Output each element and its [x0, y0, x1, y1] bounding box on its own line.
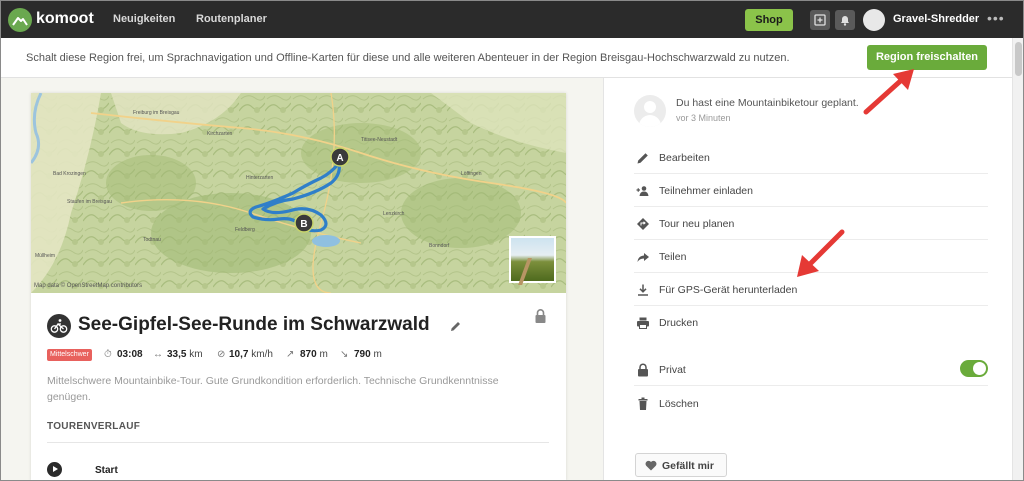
route-end-marker-label: B — [300, 219, 307, 230]
more-options-icon[interactable]: ••• — [987, 10, 1005, 26]
printer-icon — [637, 317, 649, 329]
speed-stat: 10,7 km/h — [229, 349, 273, 360]
heart-icon — [645, 460, 657, 471]
user-avatar[interactable] — [863, 9, 885, 31]
private-toggle[interactable] — [960, 360, 988, 377]
share-arrow-icon — [637, 253, 649, 262]
map-city-label: Todtnau — [143, 237, 161, 243]
private-label: Privat — [659, 364, 686, 376]
komoot-logo-icon[interactable] — [8, 8, 32, 32]
map-city-label: Bad Krozingen — [53, 171, 86, 177]
tour-course-heading: TOURENVERLAUF — [47, 421, 141, 432]
scrollbar-thumb[interactable] — [1015, 42, 1022, 76]
activity-notice-time: vor 3 Minuten — [676, 113, 731, 123]
action-share-label: Teilen — [659, 251, 687, 263]
mountainbike-icon — [47, 314, 71, 338]
duration-value: 03:08 — [117, 349, 143, 360]
action-delete-label: Löschen — [659, 398, 699, 410]
annotation-arrow-icon — [863, 69, 914, 115]
region-unlock-banner: Schalt diese Region frei, um Sprachnavig… — [0, 38, 1012, 78]
username-label[interactable]: Gravel-Shredder — [893, 13, 979, 25]
page-scrollbar[interactable] — [1012, 38, 1024, 481]
trash-icon — [638, 397, 648, 410]
user-avatar-placeholder — [634, 95, 666, 127]
difficulty-badge: Mittelschwer — [47, 349, 92, 361]
map-city-label: Freiburg im Breisgau — [133, 110, 180, 116]
shop-button[interactable]: Shop — [745, 9, 793, 31]
descent-icon: ↘ — [340, 349, 349, 360]
like-button-label: Gefällt mir — [662, 460, 714, 472]
nav-link-routenplaner[interactable]: Routenplaner — [196, 13, 267, 25]
distance-stat: 33,5 km — [167, 349, 203, 360]
brand-name[interactable]: komoot — [36, 10, 94, 28]
distance-icon: ↔ — [153, 349, 163, 360]
nav-link-neuigkeiten[interactable]: Neuigkeiten — [113, 13, 175, 25]
action-gps-download-label: Für GPS-Gerät herunterladen — [659, 284, 798, 296]
descent-value: 790 — [354, 349, 371, 360]
speed-value: 10,7 — [229, 349, 249, 360]
tour-photo-thumbnail[interactable] — [509, 236, 556, 283]
like-button[interactable]: Gefällt mir — [635, 453, 727, 477]
ascent-stat: 870 m — [300, 349, 328, 360]
action-replan-label: Tour neu planen — [659, 218, 735, 230]
tour-title: See-Gipfel-See-Runde im Schwarzwald — [78, 314, 430, 335]
edit-title-pencil-icon[interactable] — [449, 320, 462, 338]
tour-description: Mittelschwere Mountainbike-Tour. Gute Gr… — [47, 375, 499, 403]
route-diamond-icon — [637, 218, 649, 230]
create-tour-icon[interactable] — [810, 10, 830, 30]
action-invite[interactable]: Teilnehmer einladen — [634, 174, 988, 207]
map-city-label: Löffingen — [461, 171, 482, 177]
banner-text: Schalt diese Region frei, um Sprachnavig… — [26, 52, 790, 64]
map-city-label: Staufen im Breisgau — [67, 199, 113, 205]
start-play-icon[interactable] — [47, 462, 62, 477]
distance-unit: km — [189, 349, 203, 360]
map-city-label: Kirchzarten — [207, 131, 233, 137]
private-lock-icon — [534, 308, 547, 329]
tour-card: A B Freiburg im Breisgau Kirchzarten Bad… — [31, 93, 566, 481]
map-city-label: Lenzkirch — [383, 211, 405, 217]
map-city-label: Titisee-Neustadt — [361, 137, 398, 143]
notification-bell-icon[interactable] — [835, 10, 855, 30]
ascent-icon: ↗ — [286, 349, 295, 360]
route-start-marker-label: A — [336, 153, 343, 164]
descent-stat: 790 m — [354, 349, 382, 360]
map-credit: Map data © OpenStreetMap contributors — [34, 283, 143, 289]
distance-value: 33,5 — [167, 349, 187, 360]
section-divider — [47, 442, 549, 443]
action-delete[interactable]: Löschen — [634, 387, 988, 420]
download-icon — [638, 284, 648, 296]
action-print[interactable]: Drucken — [634, 306, 988, 339]
waypoint-start-label: Start — [95, 465, 118, 476]
top-navbar: komoot Neuigkeiten Routenplaner Shop Gra… — [0, 0, 1024, 38]
speed-icon: ⊘ — [217, 349, 226, 360]
map-city-label: Bonndorf — [429, 243, 450, 249]
action-invite-label: Teilnehmer einladen — [659, 185, 753, 197]
annotation-arrow-icon — [797, 229, 845, 277]
action-edit-label: Bearbeiten — [659, 152, 710, 164]
action-print-label: Drucken — [659, 317, 699, 329]
tour-map[interactable]: A B Freiburg im Breisgau Kirchzarten Bad… — [31, 93, 566, 293]
action-edit[interactable]: Bearbeiten — [634, 141, 988, 174]
descent-unit: m — [373, 349, 382, 360]
duration-icon: ⏱ — [104, 349, 112, 360]
map-city-label: Feldberg — [235, 227, 255, 233]
ascent-unit: m — [319, 349, 328, 360]
speed-unit: km/h — [251, 349, 273, 360]
pencil-icon — [637, 153, 648, 164]
private-setting-row: Privat — [634, 353, 988, 386]
lock-icon — [638, 363, 648, 377]
activity-notice-text: Du hast eine Mountainbiketour geplant. — [676, 97, 859, 109]
add-people-icon — [636, 186, 649, 196]
map-terrain: A B — [31, 93, 566, 293]
map-city-label: Müllheim — [35, 253, 56, 259]
map-city-label: Hinterzarten — [246, 175, 274, 181]
ascent-value: 870 — [300, 349, 317, 360]
